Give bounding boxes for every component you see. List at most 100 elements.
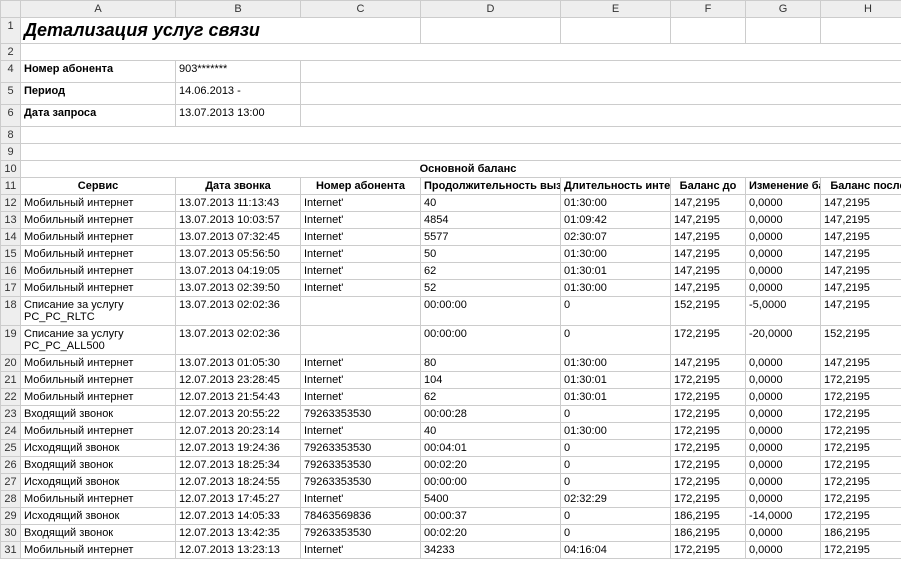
cell[interactable]: 0,0000 <box>746 406 821 423</box>
row-header[interactable]: 26 <box>1 457 21 474</box>
cell[interactable]: 13.07.2013 10:03:57 <box>176 212 301 229</box>
row-header[interactable]: 30 <box>1 525 21 542</box>
cell[interactable]: Мобильный интернет <box>21 423 176 440</box>
cell[interactable]: 01:30:01 <box>561 389 671 406</box>
cell[interactable]: 172,2195 <box>671 423 746 440</box>
row-header[interactable]: 21 <box>1 372 21 389</box>
cell[interactable]: 0,0000 <box>746 195 821 212</box>
cell[interactable]: 0,0000 <box>746 355 821 372</box>
cell[interactable]: 172,2195 <box>821 440 901 457</box>
col-header[interactable]: C <box>301 1 421 18</box>
cell[interactable]: 186,2195 <box>671 525 746 542</box>
subscriber-value[interactable]: 903******* <box>176 61 301 83</box>
row-header[interactable]: 23 <box>1 406 21 423</box>
cell[interactable]: 147,2195 <box>671 195 746 212</box>
cell[interactable]: Входящий звонок <box>21 525 176 542</box>
cell[interactable]: 147,2195 <box>821 212 901 229</box>
cell[interactable]: 00:02:20 <box>421 457 561 474</box>
row-header[interactable]: 11 <box>1 178 21 195</box>
cell[interactable]: 12.07.2013 18:25:34 <box>176 457 301 474</box>
cell[interactable] <box>301 297 421 326</box>
cell[interactable]: Мобильный интернет <box>21 195 176 212</box>
cell[interactable]: Мобильный интернет <box>21 280 176 297</box>
row-header[interactable]: 17 <box>1 280 21 297</box>
cell[interactable]: 0,0000 <box>746 423 821 440</box>
cell[interactable]: 5577 <box>421 229 561 246</box>
row-header[interactable]: 28 <box>1 491 21 508</box>
cell[interactable]: Входящий звонок <box>21 406 176 423</box>
cell[interactable]: 0 <box>561 474 671 491</box>
cell[interactable]: 172,2195 <box>821 406 901 423</box>
cell[interactable]: Internet' <box>301 280 421 297</box>
row-header[interactable]: 8 <box>1 127 21 144</box>
cell[interactable]: Internet' <box>301 389 421 406</box>
cell[interactable]: 01:09:42 <box>561 212 671 229</box>
subscriber-label[interactable]: Номер абонента <box>21 61 176 83</box>
cell[interactable]: 172,2195 <box>671 406 746 423</box>
spreadsheet[interactable]: A B C D E F G H 1 Детализация услуг связ… <box>0 0 901 559</box>
cell[interactable]: 34233 <box>421 542 561 559</box>
cell[interactable]: 147,2195 <box>821 355 901 372</box>
cell[interactable]: Исходящий звонок <box>21 474 176 491</box>
cell[interactable]: Мобильный интернет <box>21 246 176 263</box>
period-value[interactable]: 14.06.2013 - <box>176 83 301 105</box>
cell[interactable]: 12.07.2013 18:24:55 <box>176 474 301 491</box>
cell[interactable]: Мобильный интернет <box>21 372 176 389</box>
cell[interactable] <box>301 326 421 355</box>
cell[interactable]: 147,2195 <box>821 297 901 326</box>
row-header[interactable]: 9 <box>1 144 21 161</box>
cell[interactable]: 147,2195 <box>671 280 746 297</box>
col-session[interactable]: Длительность интернет сессии <box>561 178 671 195</box>
cell[interactable]: 00:04:01 <box>421 440 561 457</box>
row-header[interactable]: 20 <box>1 355 21 372</box>
cell[interactable]: Списание за услугу PC_PC_RLTC <box>21 297 176 326</box>
cell[interactable]: Мобильный интернет <box>21 263 176 280</box>
col-duration[interactable]: Продолжительность вызова\Объем переданны… <box>421 178 561 195</box>
cell[interactable]: 172,2195 <box>821 542 901 559</box>
cell[interactable]: 0 <box>561 326 671 355</box>
cell[interactable]: -20,0000 <box>746 326 821 355</box>
cell[interactable]: Мобильный интернет <box>21 389 176 406</box>
cell[interactable]: 0 <box>561 508 671 525</box>
cell[interactable]: 79263353530 <box>301 406 421 423</box>
cell[interactable]: Мобильный интернет <box>21 212 176 229</box>
cell[interactable]: 172,2195 <box>671 474 746 491</box>
row-header[interactable]: 1 <box>1 18 21 44</box>
cell[interactable]: 0 <box>561 297 671 326</box>
cell[interactable]: Internet' <box>301 229 421 246</box>
cell[interactable]: 172,2195 <box>821 508 901 525</box>
cell[interactable]: 172,2195 <box>671 542 746 559</box>
cell[interactable]: 01:30:00 <box>561 195 671 212</box>
cell[interactable]: 50 <box>421 246 561 263</box>
request-label[interactable]: Дата запроса <box>21 105 176 127</box>
cell[interactable]: -14,0000 <box>746 508 821 525</box>
cell[interactable]: 00:00:00 <box>421 474 561 491</box>
cell[interactable]: 12.07.2013 20:55:22 <box>176 406 301 423</box>
cell[interactable]: 0,0000 <box>746 440 821 457</box>
col-after[interactable]: Баланс после <box>821 178 901 195</box>
cell[interactable]: 62 <box>421 263 561 280</box>
cell[interactable]: 12.07.2013 13:42:35 <box>176 525 301 542</box>
cell[interactable]: 79263353530 <box>301 525 421 542</box>
row-header[interactable]: 24 <box>1 423 21 440</box>
cell[interactable]: 172,2195 <box>821 389 901 406</box>
cell[interactable]: 13.07.2013 04:19:05 <box>176 263 301 280</box>
col-header[interactable]: E <box>561 1 671 18</box>
cell[interactable]: 12.07.2013 20:23:14 <box>176 423 301 440</box>
cell[interactable]: 147,2195 <box>671 263 746 280</box>
cell[interactable]: Internet' <box>301 355 421 372</box>
cell[interactable]: Списание за услугу PC_PC_ALL500 <box>21 326 176 355</box>
cell[interactable]: 13.07.2013 02:02:36 <box>176 297 301 326</box>
cell[interactable]: Исходящий звонок <box>21 508 176 525</box>
cell[interactable]: 172,2195 <box>671 440 746 457</box>
row-header[interactable]: 22 <box>1 389 21 406</box>
row-header[interactable]: 14 <box>1 229 21 246</box>
cell[interactable]: 0,0000 <box>746 474 821 491</box>
cell[interactable]: 172,2195 <box>671 491 746 508</box>
period-label[interactable]: Период <box>21 83 176 105</box>
row-header[interactable]: 10 <box>1 161 21 178</box>
cell[interactable]: 172,2195 <box>671 389 746 406</box>
cell[interactable]: 79263353530 <box>301 474 421 491</box>
section-title[interactable]: Основной баланс <box>21 161 901 178</box>
cell[interactable]: 172,2195 <box>821 372 901 389</box>
